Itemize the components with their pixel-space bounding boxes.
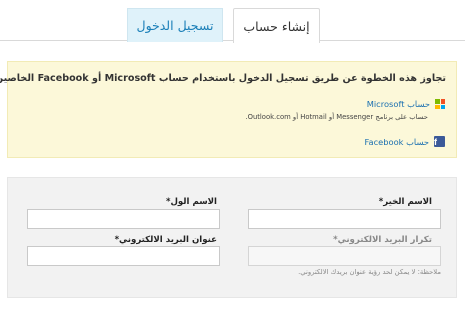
microsoft-logo-icon [435,99,445,109]
tab-login[interactable]: تسجيل الدخول [127,8,223,42]
facebook-logo-icon: f [434,136,445,147]
confirm-email-input[interactable] [248,246,441,266]
first-name-label: الاسم الول* [165,197,217,207]
confirm-email-label: تكرار البريد الالكتروني* [333,235,432,245]
tab-create-account[interactable]: إنشاء حساب [233,8,320,43]
microsoft-account-label: حساب Microsoft [366,99,430,109]
last-name-label: الاسم الخير* [378,197,432,207]
microsoft-account-link[interactable]: حساب Microsoft [367,99,445,109]
info-title: تجاوز هذه الخطوة عن طريق تسجيل الدخول با… [0,73,446,84]
first-name-input[interactable] [27,209,220,229]
tab-bar: تسجيل الدخول إنشاء حساب [0,0,465,43]
email-label: عنوان البريد الالكتروني* [114,235,217,245]
facebook-account-link[interactable]: f حساب Facebook [364,136,445,147]
registration-form: الاسم الخير* الاسم الول* تكرار البريد ال… [7,177,457,298]
email-privacy-note: ملاحظة: لا يمكن لحد رؤية عنوان بريدك الا… [298,268,441,276]
microsoft-account-note: حساب على برنامج Messenger أو Hotmail أو … [245,113,428,121]
email-input[interactable] [27,246,220,266]
sign-in-alternatives-panel: تجاوز هذه الخطوة عن طريق تسجيل الدخول با… [0,61,457,158]
facebook-account-label: حساب Facebook [364,136,429,147]
last-name-input[interactable] [248,209,441,229]
